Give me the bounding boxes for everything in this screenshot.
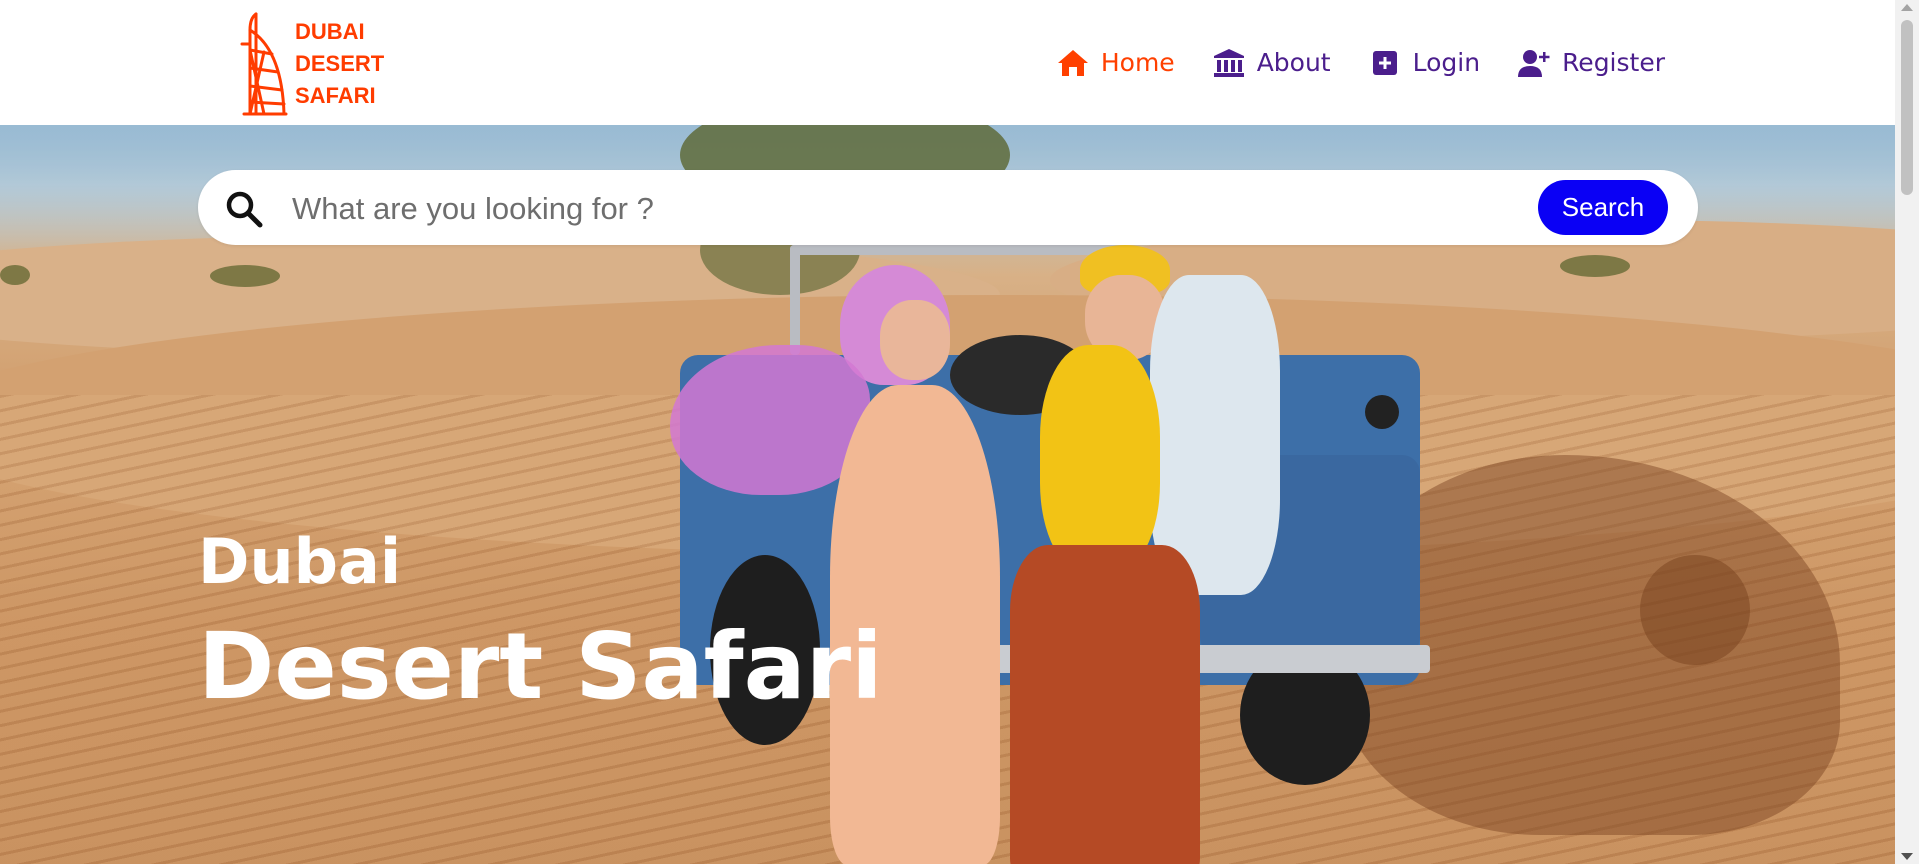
brand-line-2: DESERT [295, 51, 385, 76]
main-nav: Home About Login Register [1019, 0, 1665, 125]
search-bar: Search [198, 170, 1698, 245]
scroll-down-arrow-icon[interactable] [1901, 853, 1913, 860]
scroll-thumb[interactable] [1901, 20, 1913, 195]
nav-about-label: About [1256, 48, 1331, 77]
nav-login[interactable]: Login [1369, 48, 1480, 78]
hero-title-line-2: Desert Safari [198, 613, 883, 720]
page-scrollbar[interactable] [1895, 0, 1919, 864]
nav-about[interactable]: About [1213, 48, 1331, 78]
scroll-up-arrow-icon[interactable] [1901, 4, 1913, 11]
nav-register[interactable]: Register [1518, 48, 1665, 78]
plus-square-icon [1369, 48, 1401, 78]
hero-banner: Search Dubai Desert Safari [0, 125, 1895, 864]
nav-register-label: Register [1562, 48, 1665, 77]
brand-line-1: DUBAI [295, 19, 365, 44]
nav-home-label: Home [1100, 48, 1175, 77]
brand-line-3: SAFARI [295, 83, 376, 108]
search-input[interactable] [290, 180, 1514, 237]
bank-icon [1213, 48, 1245, 78]
search-icon[interactable] [224, 189, 264, 229]
brand-name: DUBAI DESERT SAFARI [295, 16, 384, 112]
search-button[interactable]: Search [1538, 180, 1668, 235]
nav-login-label: Login [1412, 48, 1481, 77]
hero-title-line-1: Dubai [198, 525, 402, 598]
burj-al-arab-icon [226, 12, 294, 116]
user-plus-icon [1518, 48, 1550, 78]
logo[interactable]: DUBAI DESERT SAFARI [204, 4, 404, 122]
nav-home[interactable]: Home [1057, 48, 1175, 78]
home-icon [1057, 48, 1089, 78]
site-header: DUBAI DESERT SAFARI Home About Login Reg… [0, 0, 1895, 125]
